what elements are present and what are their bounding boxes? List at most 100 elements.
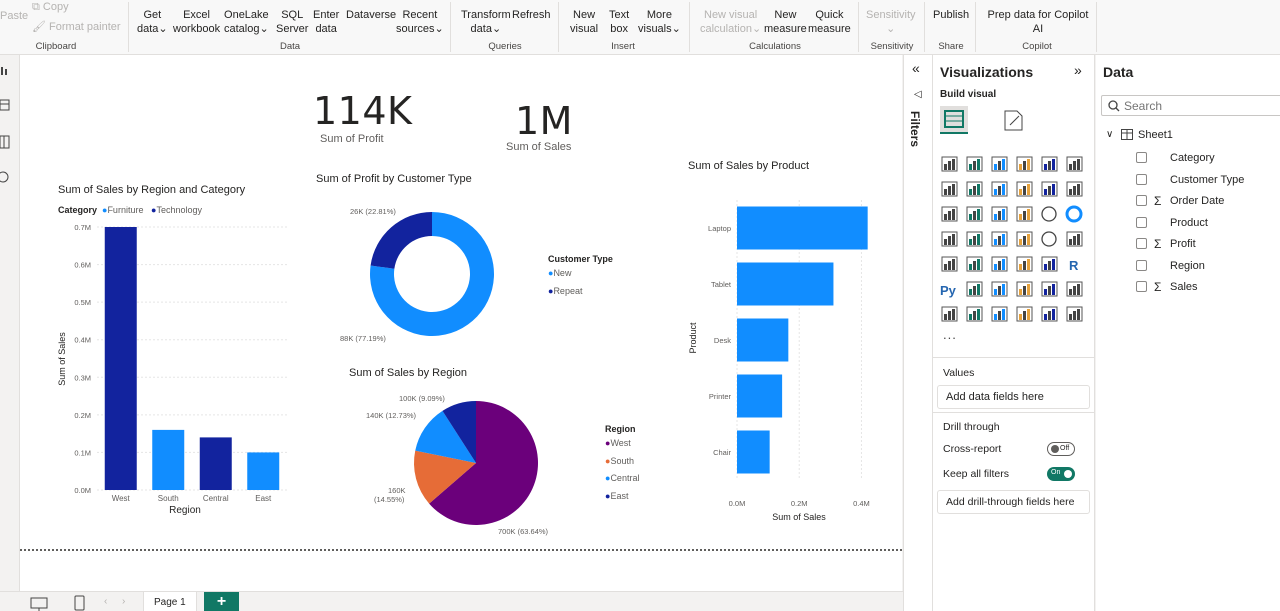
azure-map-visual-icon[interactable] — [1016, 231, 1033, 247]
tab-page-1[interactable]: Page 1 — [143, 592, 197, 611]
100-column-visual-icon[interactable] — [1066, 156, 1083, 172]
ribbon-visual-icon[interactable] — [941, 206, 958, 222]
clustered-bar-visual-icon[interactable] — [991, 156, 1008, 172]
donut-visual-icon[interactable] — [1065, 205, 1083, 223]
field-checkbox[interactable] — [1136, 152, 1147, 163]
region-category-bar-chart[interactable]: 0.0M 0.1M 0.2M 0.3M 0.4M 0.5M 0.6M 0.7M West Sou… — [55, 215, 295, 520]
table-expand-chevron-icon[interactable]: ∨ — [1106, 129, 1113, 140]
donut-slice-repeat[interactable] — [370, 212, 432, 269]
funnel-visual-icon[interactable] — [991, 206, 1008, 222]
bar-east-furniture[interactable] — [247, 452, 280, 490]
stacked-column-visual-icon[interactable] — [966, 156, 983, 172]
profit-card-value[interactable]: 114K — [313, 89, 412, 133]
bar-west-technology[interactable] — [104, 227, 137, 490]
100-area-visual-icon[interactable] — [1016, 181, 1033, 197]
line-stacked-visual-icon[interactable] — [1066, 181, 1083, 197]
treemap-visual-icon[interactable] — [941, 231, 958, 247]
legend-item-central[interactable]: ●Central — [605, 473, 639, 483]
keep-all-filters-toggle[interactable]: On — [1047, 467, 1075, 481]
paginated-visual-icon[interactable] — [941, 306, 958, 322]
product-bar-chart[interactable]: 0.0M 0.2M 0.4M Laptop Tablet Desk Printer Chai… — [685, 195, 890, 525]
slicer-visual-icon[interactable] — [991, 256, 1008, 272]
enter-data-button[interactable]: Enter data — [313, 8, 339, 36]
filled-map-visual-icon[interactable] — [991, 231, 1008, 247]
text-box-button[interactable]: Text box — [609, 8, 629, 36]
bar-chair[interactable] — [737, 430, 770, 474]
sensitivity-button[interactable]: Sensitivity ⌄ — [866, 8, 916, 36]
power-apps-visual-icon[interactable] — [966, 306, 983, 322]
shape-visual-icon[interactable] — [1041, 306, 1058, 322]
new-measure-button[interactable]: New measure — [764, 8, 807, 36]
format-visual-icon[interactable] — [1001, 107, 1027, 133]
prev-page-arrow-icon[interactable]: ‹ — [104, 596, 107, 607]
field-checkbox[interactable] — [1136, 238, 1147, 249]
dataverse-button[interactable]: Dataverse — [346, 8, 396, 22]
line-visual-icon[interactable] — [941, 181, 958, 197]
filters-pane-collapsed[interactable]: « ◁ Filters — [903, 55, 933, 611]
next-page-arrow-icon[interactable]: › — [122, 596, 125, 607]
sql-server-button[interactable]: SQL Server — [276, 8, 308, 36]
key-influencer-visual-icon[interactable] — [966, 281, 983, 297]
field-region[interactable]: Region — [1135, 259, 1275, 275]
report-view-icon[interactable] — [1, 67, 7, 75]
excel-workbook-button[interactable]: Excel workbook — [173, 8, 220, 36]
qa-visual-icon[interactable] — [1016, 281, 1033, 297]
pie-visual-icon[interactable] — [1041, 206, 1057, 222]
add-drill-through-drop[interactable]: Add drill-through fields here — [937, 490, 1090, 514]
field-category[interactable]: Category — [1135, 151, 1275, 167]
kpi-visual-icon[interactable] — [966, 256, 983, 272]
sales-card-value[interactable]: 1M — [515, 99, 573, 143]
data-search-input[interactable] — [1124, 98, 1274, 113]
field-customer-type[interactable]: Customer Type — [1135, 173, 1275, 189]
region-pie-chart[interactable]: 700K (63.64%) 160K (14.55%) 140K (12.73%)… — [360, 388, 560, 543]
field-order-date[interactable]: Σ Order Date — [1135, 194, 1275, 210]
table-view-icon[interactable] — [0, 99, 10, 111]
stacked-bar-visual-icon[interactable] — [941, 156, 958, 172]
copy-button[interactable]: ⧉ Copy — [32, 0, 69, 14]
desktop-layout-icon[interactable] — [30, 597, 50, 611]
field-profit[interactable]: Σ Profit — [1135, 237, 1275, 253]
field-checkbox[interactable] — [1136, 281, 1147, 292]
multi-card-visual-icon[interactable] — [941, 256, 958, 272]
narrative-visual-icon[interactable] — [1041, 281, 1058, 297]
clustered-column-visual-icon[interactable] — [1016, 156, 1033, 172]
cross-report-toggle[interactable]: Off — [1047, 442, 1075, 456]
area-visual-icon[interactable] — [966, 181, 983, 197]
legend-item-east[interactable]: ●East — [605, 491, 628, 501]
metrics-visual-icon[interactable] — [1016, 306, 1033, 322]
power-automate-visual-icon[interactable] — [991, 306, 1008, 322]
scatter-visual-icon[interactable] — [1016, 206, 1033, 222]
gauge-visual-icon[interactable] — [1041, 231, 1057, 247]
more-visuals-ellipsis[interactable]: ... — [943, 327, 957, 342]
legend-item-furniture[interactable]: ●Furniture — [102, 205, 143, 215]
format-painter-button[interactable]: 🖌 Format painter — [32, 20, 121, 34]
expand-filters-icon[interactable]: « — [912, 60, 920, 76]
refresh-button[interactable]: Refresh — [512, 8, 551, 22]
field-checkbox[interactable] — [1136, 195, 1147, 206]
dax-query-view-icon[interactable] — [0, 171, 9, 183]
data-search-box[interactable] — [1101, 95, 1280, 116]
r-visual-visual-icon[interactable]: R — [1069, 258, 1079, 273]
visual-types-gallery[interactable]: R Py — [933, 150, 1095, 350]
100-bar-visual-icon[interactable] — [1041, 156, 1058, 172]
transform-data-button[interactable]: Transform data⌄ — [461, 8, 511, 36]
goals-visual-icon[interactable] — [1066, 281, 1083, 297]
map-visual-icon[interactable] — [966, 231, 983, 247]
matrix-visual-icon[interactable] — [1041, 256, 1058, 272]
table-visual-icon[interactable] — [1016, 256, 1033, 272]
bar-desk[interactable] — [737, 318, 789, 362]
bar-tablet[interactable] — [737, 262, 834, 306]
onelake-catalog-button[interactable]: OneLake catalog⌄ — [224, 8, 269, 36]
field-checkbox[interactable] — [1136, 259, 1147, 271]
bar-laptop[interactable] — [737, 206, 868, 250]
field-checkbox[interactable] — [1136, 216, 1147, 228]
mobile-layout-icon[interactable] — [74, 595, 86, 611]
publish-button[interactable]: Publish — [933, 8, 969, 22]
prep-data-copilot-button[interactable]: Prep data for Copilot AI — [986, 8, 1090, 36]
more-visuals-button[interactable]: More visuals⌄ — [638, 8, 681, 36]
bar-central-technology[interactable] — [199, 437, 232, 490]
field-checkbox[interactable] — [1136, 173, 1147, 185]
card-visual-icon[interactable] — [1066, 231, 1083, 247]
field-product[interactable]: Product — [1135, 216, 1275, 232]
model-view-icon[interactable] — [0, 135, 10, 149]
